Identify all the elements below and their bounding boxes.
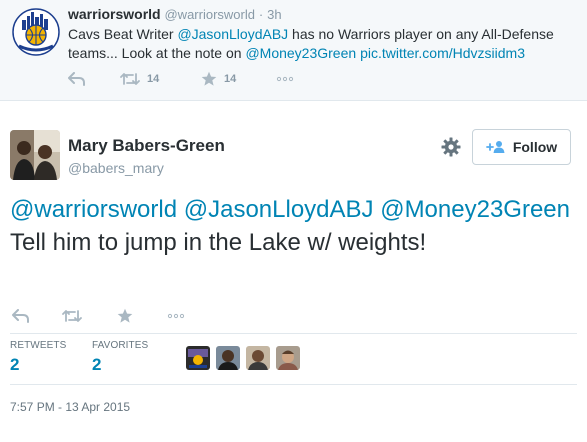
favorites-label: FAVORITES xyxy=(92,340,149,351)
separator-dot: · xyxy=(258,7,264,22)
mention-link[interactable]: @JasonLloydABJ xyxy=(184,196,374,223)
favoriter-avatars xyxy=(186,346,306,370)
more-icon xyxy=(276,76,294,82)
retweets-label: RETWEETS xyxy=(10,340,67,351)
tweet-text: @warriorsworld @JasonLloydABJ @Money23Gr… xyxy=(10,193,582,259)
author-info: Mary Babers-Green @babers_mary xyxy=(68,136,225,176)
author-name[interactable]: Mary Babers-Green xyxy=(68,136,225,156)
mention-link[interactable]: @JasonLloydABJ xyxy=(177,26,288,42)
parent-tweet[interactable]: warriorsworld @warriorsworld · 3h Cavs B… xyxy=(0,0,587,101)
parent-author-handle[interactable]: @warriorsworld xyxy=(164,7,255,22)
tweet-text-segment: Tell him to jump in the Lake w/ weights! xyxy=(10,229,427,256)
add-user-icon xyxy=(485,141,505,153)
divider xyxy=(10,333,577,334)
tweet-text-segment: Cavs Beat Writer xyxy=(68,26,178,42)
parent-tweet-header: warriorsworld @warriorsworld · 3h xyxy=(68,6,282,22)
favorite-button[interactable]: 14 xyxy=(201,70,236,88)
favorite-button[interactable] xyxy=(117,307,133,325)
favoriter-avatar[interactable] xyxy=(276,346,300,370)
mention-link[interactable]: @Money23Green xyxy=(245,45,356,61)
author-handle[interactable]: @babers_mary xyxy=(68,160,225,176)
star-icon xyxy=(117,308,133,323)
retweet-button[interactable] xyxy=(62,307,82,325)
reply-button[interactable] xyxy=(12,307,29,325)
divider xyxy=(10,384,577,385)
favorite-count: 14 xyxy=(224,73,237,85)
retweet-icon xyxy=(120,73,140,85)
more-button[interactable] xyxy=(276,70,294,88)
favoriter-avatar[interactable] xyxy=(216,346,240,370)
tweet-actions xyxy=(12,307,212,325)
follow-label: Follow xyxy=(512,139,558,155)
favorites-stat[interactable]: FAVORITES 2 xyxy=(92,340,148,375)
reply-icon xyxy=(12,309,29,323)
favoriter-avatar[interactable] xyxy=(246,346,270,370)
parent-author-name[interactable]: warriorsworld xyxy=(68,6,161,22)
media-link[interactable]: pic.twitter.com/Hdvzsiidm3 xyxy=(360,45,525,61)
parent-tweet-text: Cavs Beat Writer @JasonLloydABJ has no W… xyxy=(68,25,573,63)
more-icon xyxy=(167,313,185,319)
reply-icon xyxy=(68,72,85,86)
retweet-count: 14 xyxy=(147,73,160,85)
warriors-world-logo-icon[interactable] xyxy=(12,8,60,56)
more-button[interactable] xyxy=(167,307,185,325)
retweet-icon xyxy=(62,310,82,322)
parent-tweet-actions: 14 14 xyxy=(68,70,368,88)
mention-link[interactable]: @warriorsworld xyxy=(10,196,177,223)
gear-icon[interactable] xyxy=(441,137,461,157)
retweets-value: 2 xyxy=(10,355,20,374)
mention-link[interactable]: @Money23Green xyxy=(380,196,570,223)
favorites-value: 2 xyxy=(92,355,102,374)
retweet-button[interactable]: 14 xyxy=(120,70,159,88)
follow-button[interactable]: Follow xyxy=(472,129,571,165)
retweets-stat[interactable]: RETWEETS 2 xyxy=(10,340,66,375)
tweet-timestamp[interactable]: 7:57 PM - 13 Apr 2015 xyxy=(10,400,130,414)
author-avatar[interactable] xyxy=(10,130,60,180)
reply-button[interactable] xyxy=(68,70,85,88)
star-icon xyxy=(201,71,217,86)
tweet-text-segment xyxy=(177,196,184,223)
parent-tweet-time[interactable]: 3h xyxy=(267,7,281,22)
favoriter-avatar[interactable] xyxy=(186,346,210,370)
